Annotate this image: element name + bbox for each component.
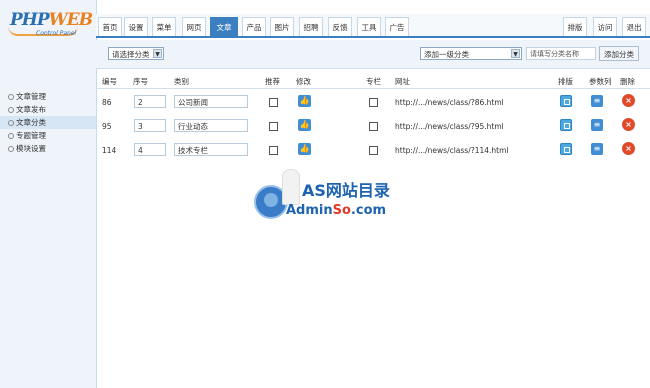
column-checkbox[interactable]	[369, 146, 378, 155]
tab-home[interactable]: 首页	[98, 17, 122, 36]
watermark-line2: AdminSo.com	[286, 203, 387, 218]
th-column: 专栏	[366, 77, 381, 86]
sidebar-item-article-publish[interactable]: 文章发布	[0, 103, 96, 116]
th-url: 网址	[395, 77, 410, 86]
tab-ads[interactable]: 广告	[385, 17, 409, 36]
tab-pages[interactable]: 网页	[182, 17, 206, 36]
layout-icon[interactable]	[560, 143, 572, 155]
add-category-button[interactable]: 添加分类	[599, 46, 639, 61]
logo-brand: PHPWEB	[10, 10, 93, 30]
delete-icon[interactable]: ×	[622, 94, 635, 107]
th-params: 参数列	[589, 77, 612, 86]
category-name-field[interactable]: 公司新闻	[174, 95, 248, 108]
tab-settings[interactable]: 设置	[124, 17, 148, 36]
th-delete: 删除	[620, 77, 635, 86]
recommend-checkbox[interactable]	[269, 122, 278, 131]
bullet-icon	[8, 133, 14, 139]
th-id: 编号	[102, 77, 117, 86]
order-input[interactable]: 2	[134, 95, 166, 108]
figure-icon	[282, 169, 300, 205]
category-name-input[interactable]: 请填写分类名称	[526, 47, 596, 60]
bullet-icon	[8, 94, 14, 100]
sidebar: PHPWEB Control Panel 文章管理 文章发布 文章分类 专题管理…	[0, 0, 97, 388]
params-list-icon[interactable]: ≡	[591, 143, 603, 155]
th-layout: 排版	[558, 77, 573, 86]
sidebar-item-module-settings[interactable]: 模块设置	[0, 142, 96, 155]
tab-images[interactable]: 图片	[270, 17, 294, 36]
table-row: 114 4 技术专栏 👍 http://.../news/class/?114.…	[96, 137, 650, 161]
category-name-field[interactable]: 技术专栏	[174, 143, 248, 156]
logout-button[interactable]: 退出	[622, 17, 646, 36]
recommend-checkbox[interactable]	[269, 98, 278, 107]
tab-feedback[interactable]: 反馈	[328, 17, 352, 36]
row-url[interactable]: http://.../news/class/?95.html	[395, 122, 504, 131]
visit-button[interactable]: 访问	[593, 17, 617, 36]
th-order: 序号	[133, 77, 148, 86]
bullet-icon	[8, 107, 14, 113]
edit-thumb-icon[interactable]: 👍	[298, 95, 311, 107]
th-edit: 修改	[296, 77, 311, 86]
params-list-icon[interactable]: ≡	[591, 119, 603, 131]
sidebar-item-topic-manage[interactable]: 专题管理	[0, 129, 96, 142]
top-nav: 首页 设置 菜单 网页 文章 产品 图片 招聘 反馈 工具 广告 排版 访问 退…	[96, 14, 650, 38]
edit-thumb-icon[interactable]: 👍	[298, 119, 311, 131]
watermark-line1: AS网站目录	[302, 181, 390, 200]
sidebar-item-article-manage[interactable]: 文章管理	[0, 90, 96, 103]
tab-jobs[interactable]: 招聘	[299, 17, 323, 36]
bullet-icon	[8, 120, 14, 126]
layout-icon[interactable]	[560, 119, 572, 131]
column-checkbox[interactable]	[369, 122, 378, 131]
order-input[interactable]: 3	[134, 119, 166, 132]
row-url[interactable]: http://.../news/class/?86.html	[395, 98, 504, 107]
tab-articles[interactable]: 文章	[210, 17, 238, 36]
th-recommend: 推荐	[265, 77, 280, 86]
add-level-select[interactable]: 添加一级分类 ▼	[420, 47, 522, 60]
table-row: 95 3 行业动态 👍 http://.../news/class/?95.ht…	[96, 113, 650, 137]
tab-tools[interactable]: 工具	[357, 17, 381, 36]
table-row: 86 2 公司新闻 👍 http://.../news/class/?86.ht…	[96, 89, 650, 113]
sidebar-item-article-category[interactable]: 文章分类	[0, 116, 96, 129]
row-url[interactable]: http://.../news/class/?114.html	[395, 146, 509, 155]
row-id: 114	[102, 146, 117, 155]
delete-icon[interactable]: ×	[622, 142, 635, 155]
adminso-watermark: AS网站目录 AdminSo.com	[250, 165, 430, 225]
layout-button[interactable]: 排版	[563, 17, 587, 36]
column-checkbox[interactable]	[369, 98, 378, 107]
tab-products[interactable]: 产品	[242, 17, 266, 36]
params-list-icon[interactable]: ≡	[591, 95, 603, 107]
edit-thumb-icon[interactable]: 👍	[298, 143, 311, 155]
bullet-icon	[8, 146, 14, 152]
order-input[interactable]: 4	[134, 143, 166, 156]
chevron-down-icon: ▼	[511, 49, 520, 58]
category-table: 编号 序号 类别 推荐 修改 专栏 网址 排版 参数列 删除 86 2 公司新闻…	[96, 72, 650, 161]
phpweb-logo: PHPWEB Control Panel	[8, 10, 93, 46]
layout-icon[interactable]	[560, 95, 572, 107]
filter-bar: 请选择分类 ▼ 添加一级分类 ▼ 请填写分类名称 添加分类	[96, 40, 650, 69]
chevron-down-icon: ▼	[153, 49, 162, 58]
delete-icon[interactable]: ×	[622, 118, 635, 131]
category-name-field[interactable]: 行业动态	[174, 119, 248, 132]
logo-subtitle: Control Panel	[36, 30, 77, 37]
row-id: 95	[102, 122, 112, 131]
table-header: 编号 序号 类别 推荐 修改 专栏 网址 排版 参数列 删除	[96, 72, 650, 89]
tab-menu[interactable]: 菜单	[152, 17, 176, 36]
th-category: 类别	[174, 77, 189, 86]
side-nav: 文章管理 文章发布 文章分类 专题管理 模块设置	[0, 90, 96, 155]
row-id: 86	[102, 98, 112, 107]
category-select[interactable]: 请选择分类 ▼	[108, 47, 164, 60]
recommend-checkbox[interactable]	[269, 146, 278, 155]
